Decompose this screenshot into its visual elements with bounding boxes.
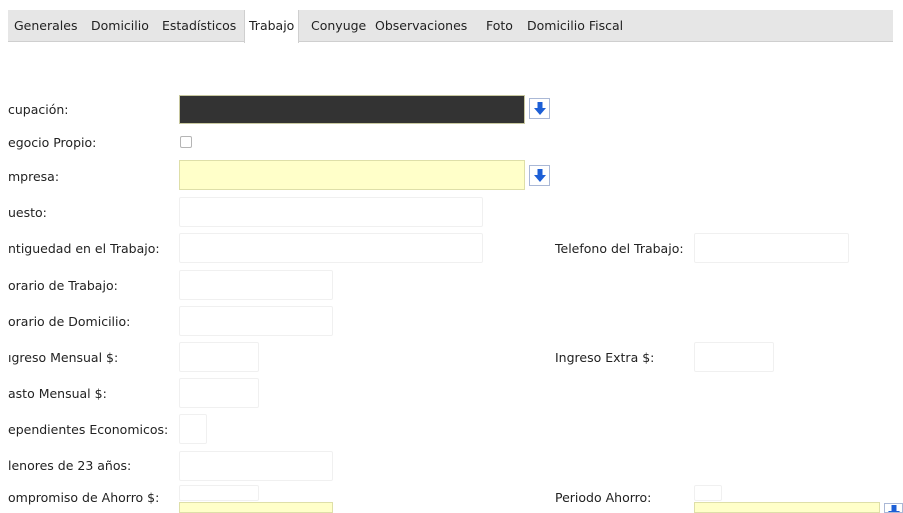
periodo-ahorro-label: Periodo Ahorro: (555, 490, 652, 505)
menores-label: lenores de 23 años: (8, 458, 132, 473)
tab-bar: Generales Domicilio Estadísticos Trabajo… (8, 10, 893, 43)
tab-estadisticos[interactable]: Estadísticos (158, 10, 240, 42)
gasto-mensual-label: asto Mensual $: (8, 386, 107, 401)
horario-domicilio-label: orario de Domicilio: (8, 314, 131, 329)
tab-domicilio[interactable]: Domicilio (87, 10, 153, 42)
horario-domicilio-field[interactable] (179, 306, 333, 336)
negocio-propio-checkbox[interactable] (180, 136, 192, 148)
telefono-trabajo-field[interactable] (694, 233, 849, 263)
empresa-dropdown-button[interactable] (529, 165, 550, 186)
tab-trabajo[interactable]: Trabajo (244, 10, 300, 43)
tab-domicilio-fiscal[interactable]: Domicilio Fiscal (523, 10, 627, 42)
compromiso-ahorro-field[interactable] (179, 485, 259, 501)
tab-generales[interactable]: Generales (10, 10, 81, 42)
horario-trabajo-field[interactable] (179, 270, 333, 300)
compromiso-ahorro-label: ompromiso de Ahorro $: (8, 490, 160, 505)
dependientes-label: ependientes Economicos: (8, 422, 169, 437)
ingreso-extra-field[interactable] (694, 342, 774, 372)
gasto-mensual-field[interactable] (179, 378, 259, 408)
dependientes-field[interactable] (179, 414, 207, 444)
ocupacion-field[interactable] (179, 95, 525, 124)
antiguedad-field[interactable] (179, 233, 483, 263)
empresa-label: mpresa: (8, 169, 60, 184)
ingreso-extra-label: Ingreso Extra $: (555, 350, 655, 365)
antiguedad-label: ntiguedad en el Trabajo: (8, 241, 160, 256)
puesto-label: uesto: (8, 205, 47, 220)
arrow-down-icon (533, 102, 546, 115)
periodo-dropdown-button[interactable] (884, 503, 903, 513)
tab-foto[interactable]: Foto (482, 10, 517, 42)
puesto-field[interactable] (179, 197, 483, 227)
menores-field[interactable] (179, 451, 333, 481)
telefono-trabajo-label: Telefono del Trabajo: (555, 241, 684, 256)
negocio-propio-label: egocio Propio: (8, 135, 97, 150)
arrow-down-icon (533, 169, 546, 182)
arrow-down-icon (887, 505, 900, 512)
ingreso-mensual-label: ıgreso Mensual $: (8, 350, 119, 365)
horario-trabajo-label: orario de Trabajo: (8, 278, 118, 293)
tab-observaciones[interactable]: Observaciones (371, 10, 471, 42)
periodo-lookup-field[interactable] (694, 502, 880, 513)
tab-conyuge[interactable]: Conyuge (307, 10, 370, 42)
ocupacion-dropdown-button[interactable] (529, 98, 550, 119)
empresa-field[interactable] (179, 160, 525, 190)
ahorro-lookup-field[interactable] (179, 502, 333, 513)
periodo-ahorro-field[interactable] (694, 485, 722, 501)
ocupacion-label: cupación: (8, 102, 69, 117)
ingreso-mensual-field[interactable] (179, 342, 259, 372)
